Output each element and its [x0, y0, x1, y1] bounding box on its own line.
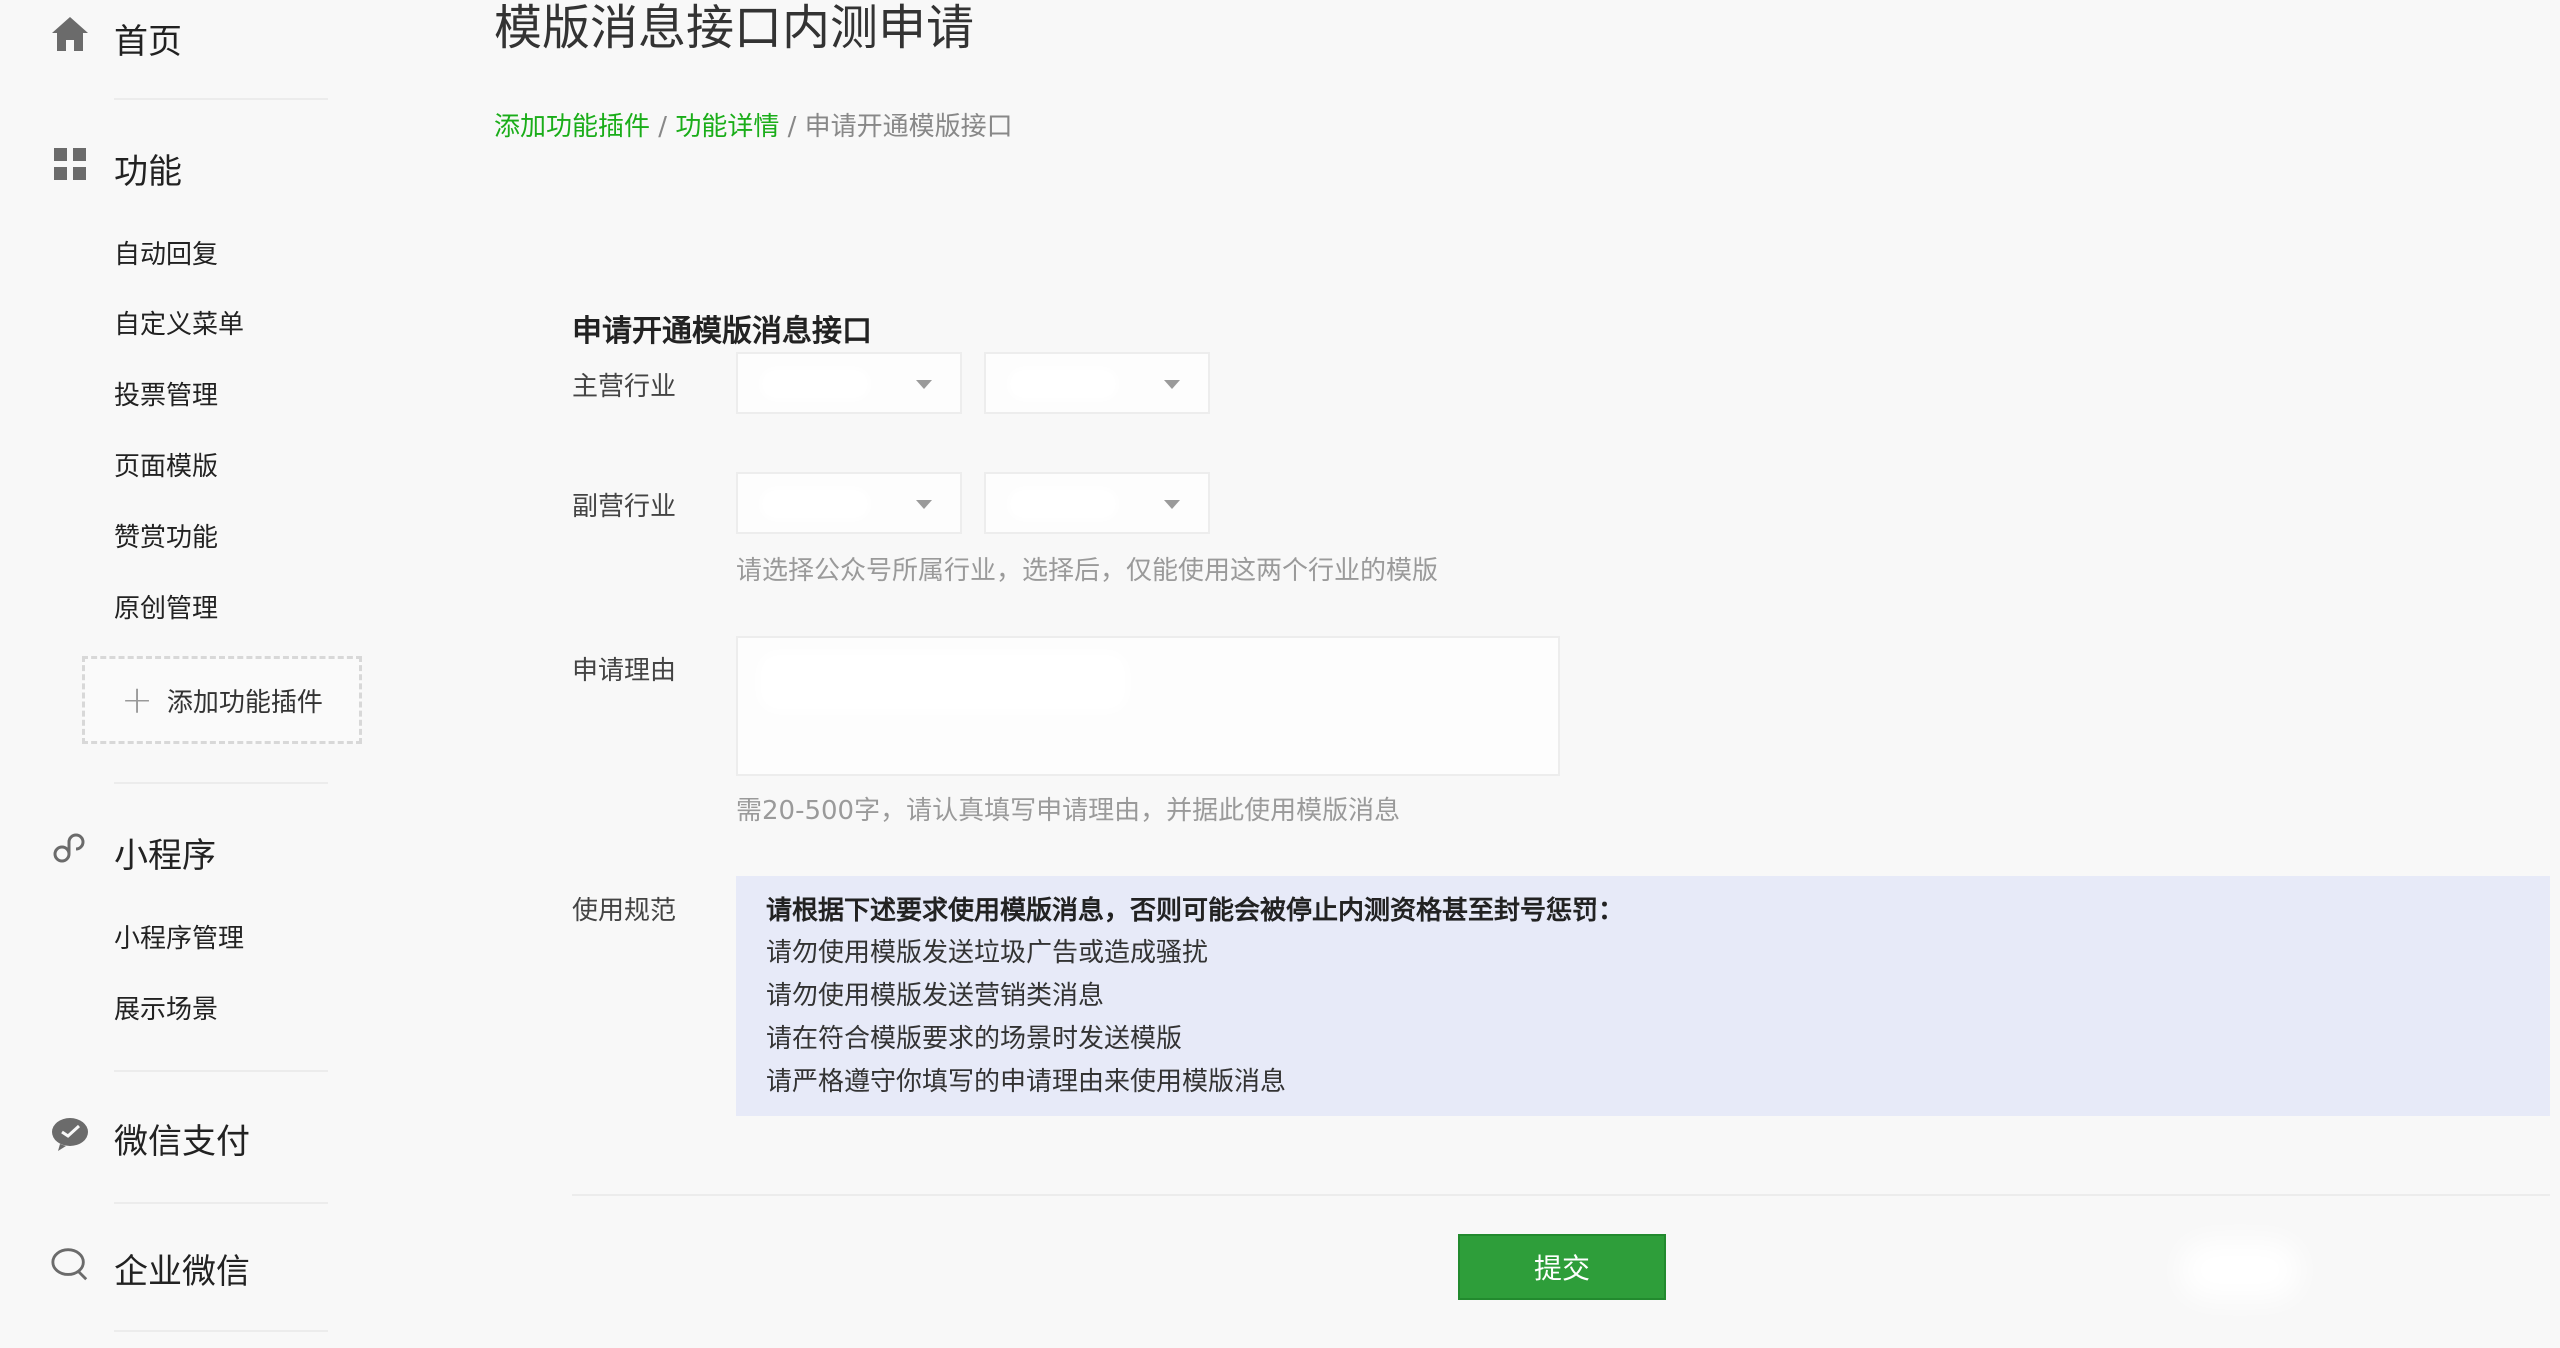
wechat-pay-icon — [50, 1114, 90, 1154]
breadcrumb-separator: / — [787, 112, 805, 142]
rules-title: 请根据下述要求使用模版消息，否则可能会被停止内测资格甚至封号惩罚： — [766, 896, 1625, 926]
industry-hint: 请选择公众号所属行业，选择后，仅能使用这两个行业的模版 — [736, 556, 1439, 586]
rule-item: 请勿使用模版发送垃圾广告或造成骚扰 — [766, 938, 1209, 968]
sidebar-divider — [114, 782, 328, 784]
submit-button[interactable]: 提交 — [1458, 1234, 1666, 1300]
sidebar-divider — [114, 1202, 328, 1204]
breadcrumb: 添加功能插件 / 功能详情 / 申请开通模版接口 — [494, 106, 1013, 143]
sidebar-item-custom-menu[interactable]: 自定义菜单 — [114, 304, 244, 341]
secondary-industry-label: 副营行业 — [572, 492, 677, 522]
primary-industry-label: 主营行业 — [572, 372, 677, 402]
sidebar-divider — [114, 98, 328, 100]
rules-label: 使用规范 — [572, 896, 677, 926]
link-icon — [50, 828, 90, 868]
sidebar-divider — [114, 1330, 328, 1332]
nav-mini-program-label: 小程序 — [114, 836, 216, 876]
secondary-industry-select-1[interactable] — [736, 472, 962, 534]
grid-icon — [50, 144, 90, 184]
rule-item: 请严格遵守你填写的申请理由来使用模版消息 — [766, 1067, 1287, 1097]
rule-item: 请在符合模版要求的场景时发送模版 — [766, 1024, 1183, 1054]
sidebar-item-auto-reply[interactable]: 自动回复 — [114, 234, 218, 271]
nav-home-label: 首页 — [114, 22, 182, 62]
blurred-value — [760, 488, 870, 520]
sidebar-item-page-templates[interactable]: 页面模版 — [114, 446, 218, 483]
sidebar-item-mini-program-management[interactable]: 小程序管理 — [114, 918, 244, 955]
reason-textarea[interactable] — [736, 636, 1560, 776]
breadcrumb-link-function-detail[interactable]: 功能详情 — [675, 112, 779, 142]
sidebar-divider — [114, 1070, 328, 1072]
rules-box: 请根据下述要求使用模版消息，否则可能会被停止内测资格甚至封号惩罚： 请勿使用模版… — [736, 876, 2550, 1116]
breadcrumb-separator: / — [658, 112, 676, 142]
add-plugin-label: 添加功能插件 — [166, 687, 323, 718]
chat-bubble-icon — [50, 1244, 90, 1284]
sidebar-item-original[interactable]: 原创管理 — [114, 588, 218, 625]
secondary-industry-select-2[interactable] — [984, 472, 1210, 534]
reason-hint: 需20-500字，请认真填写申请理由，并据此使用模版消息 — [736, 796, 1401, 826]
sidebar-item-reward[interactable]: 赞赏功能 — [114, 517, 218, 554]
chevron-down-icon — [1164, 500, 1180, 509]
blurred-value — [758, 652, 1128, 712]
nav-wecom-label: 企业微信 — [114, 1252, 250, 1292]
sidebar: 首页 功能 自动回复 自定义菜单 投票管理 页面模版 赞赏功能 原创管理 + 添… — [0, 0, 420, 1348]
breadcrumb-link-add-plugin[interactable]: 添加功能插件 — [494, 112, 650, 142]
section-title: 申请开通模版消息接口 — [572, 314, 872, 349]
nav-functions-label: 功能 — [114, 152, 182, 192]
chevron-down-icon — [1164, 380, 1180, 389]
sidebar-item-display-scenes[interactable]: 展示场景 — [114, 989, 218, 1026]
blurred-overlay — [2180, 1240, 2300, 1300]
rule-item: 请勿使用模版发送营销类消息 — [766, 981, 1105, 1011]
chevron-down-icon — [916, 380, 932, 389]
primary-industry-select-1[interactable] — [736, 352, 962, 414]
chevron-down-icon — [916, 500, 932, 509]
blurred-value — [760, 368, 870, 400]
footer-divider — [572, 1194, 2550, 1196]
breadcrumb-current: 申请开通模版接口 — [804, 112, 1013, 142]
nav-wechat-pay-label: 微信支付 — [114, 1122, 250, 1162]
add-plugin-button[interactable]: + 添加功能插件 — [82, 656, 362, 744]
primary-industry-select-2[interactable] — [984, 352, 1210, 414]
home-icon — [50, 14, 90, 54]
blurred-value — [1008, 368, 1118, 400]
sidebar-item-vote-management[interactable]: 投票管理 — [114, 375, 218, 412]
blurred-value — [1008, 488, 1118, 520]
page-title: 模版消息接口内测申请 — [494, 0, 975, 56]
plus-icon: + — [121, 678, 153, 722]
reason-label: 申请理由 — [572, 656, 677, 686]
